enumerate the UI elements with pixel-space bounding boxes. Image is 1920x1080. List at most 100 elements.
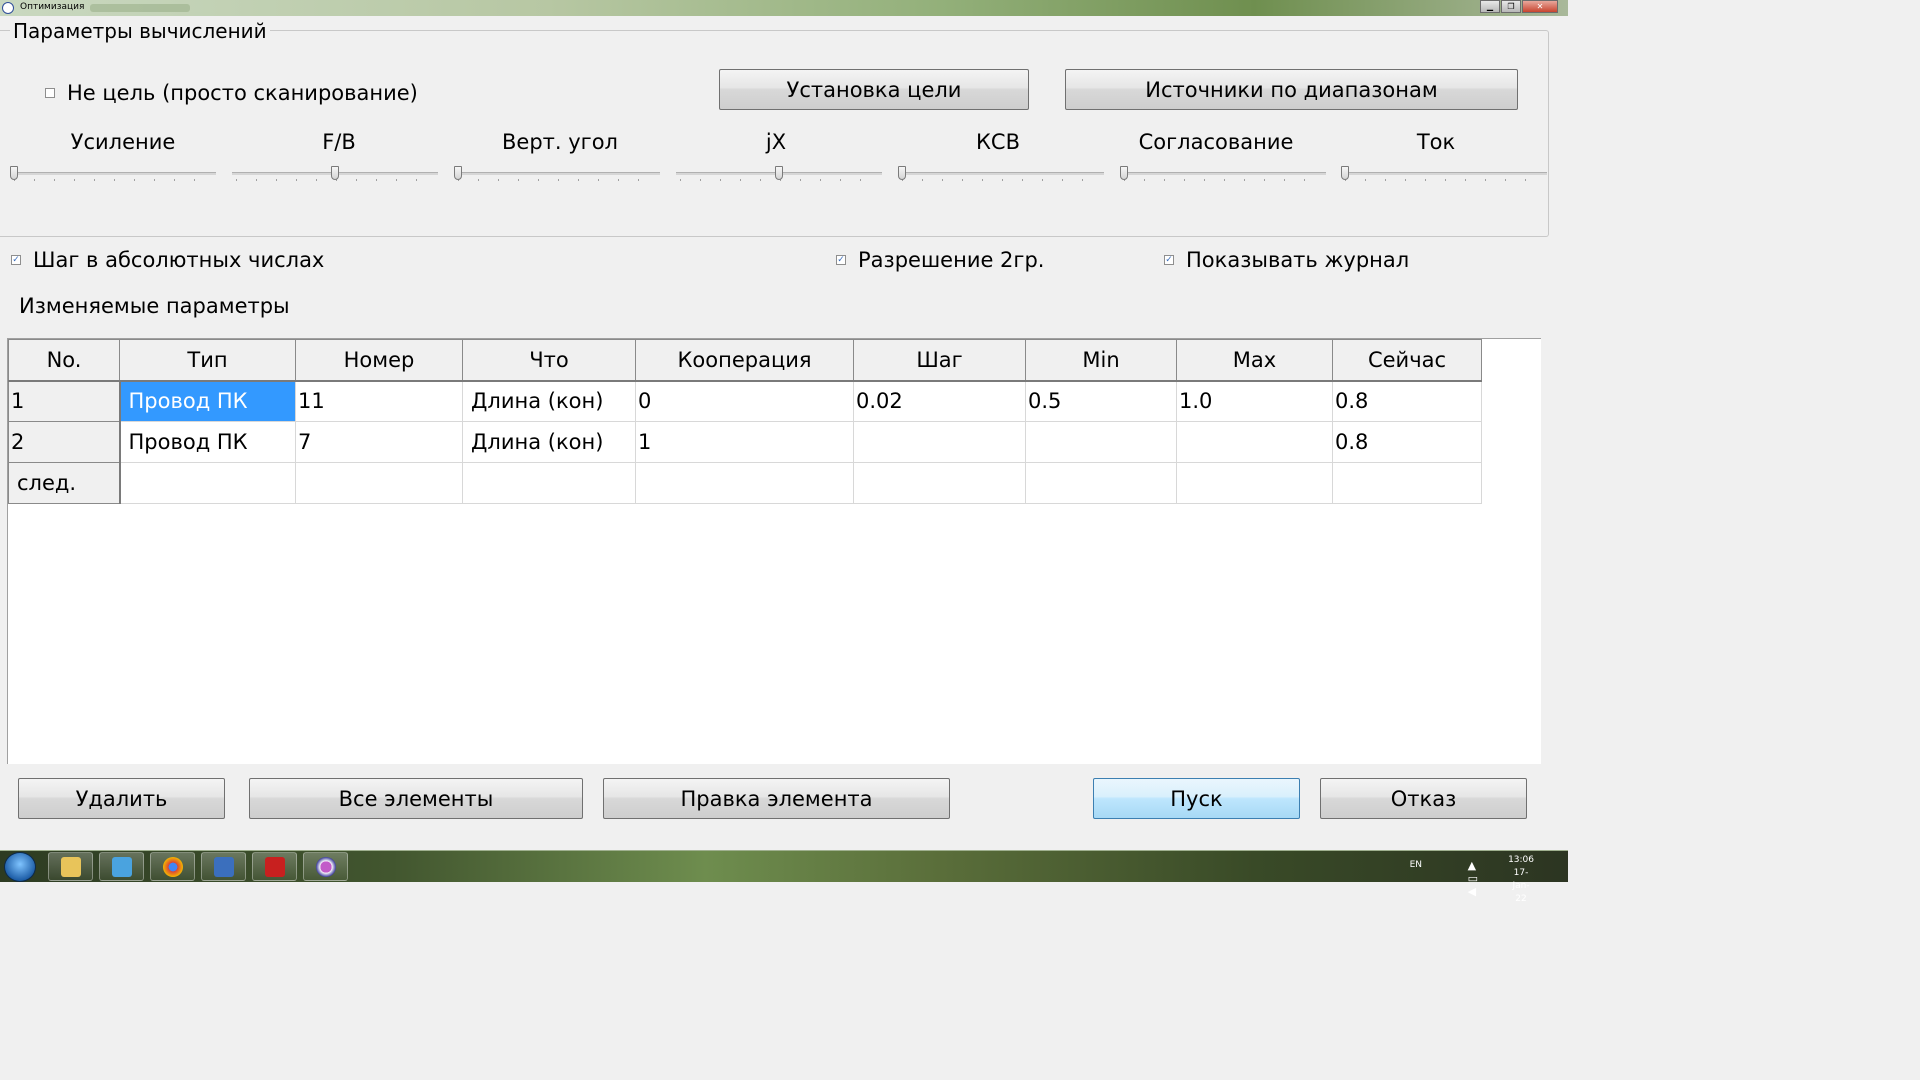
col-header-now[interactable]: Сейчас [1332, 339, 1482, 382]
chrome-icon [163, 857, 183, 877]
cell-min[interactable] [1025, 462, 1177, 504]
dialog-client: Параметры вычислений Не цель (просто ска… [0, 16, 1568, 850]
row-header[interactable]: 1 [8, 380, 121, 422]
col-header-no[interactable]: No. [8, 339, 120, 382]
close-button[interactable]: ✕ [1522, 0, 1558, 13]
row-header[interactable]: след. [8, 462, 121, 504]
cell-what[interactable]: Длина (кон) [462, 380, 636, 422]
cell-cooperation[interactable]: 1 [635, 421, 854, 463]
taskbar-network[interactable] [201, 852, 246, 881]
cell-max[interactable] [1176, 462, 1333, 504]
cell-type[interactable]: Провод ПК [119, 421, 296, 463]
slider-title-gain: Усиление [70, 130, 176, 154]
params-group-legend: Параметры вычислений [10, 19, 270, 43]
slider-title-current: Ток [1416, 130, 1456, 154]
all-elements-button[interactable]: Все элементы [249, 778, 583, 819]
cell-now[interactable]: 0.8 [1332, 380, 1482, 422]
network-icon [214, 857, 234, 877]
table-row[interactable]: 1 Провод ПК 11 Длина (кон) 0 0.02 0.5 1.… [8, 380, 1482, 422]
resolution-2gr-checkbox[interactable] [836, 255, 846, 265]
tray-icons[interactable]: ▲ ▭ ◀ [1468, 859, 1484, 898]
abs-step-checkbox[interactable] [11, 255, 21, 265]
slider-thumb[interactable] [775, 166, 783, 180]
taskbar-paint[interactable] [99, 852, 144, 881]
slider-current[interactable] [1341, 166, 1547, 184]
slider-thumb[interactable] [454, 166, 462, 180]
slider-thumb[interactable] [331, 166, 339, 180]
delete-button[interactable]: Удалить [18, 778, 225, 819]
slider-match[interactable] [1120, 166, 1326, 184]
abs-step-label: Шаг в абсолютных числах [33, 248, 325, 272]
slider-title-jx: jX [765, 130, 787, 154]
slider-thumb[interactable] [1341, 166, 1349, 180]
cell-what[interactable]: Длина (кон) [462, 421, 636, 463]
cell-what[interactable] [462, 462, 636, 504]
slider-gain[interactable] [10, 166, 216, 184]
run-button[interactable]: Пуск [1093, 778, 1300, 819]
slider-fb[interactable] [232, 166, 438, 184]
title-blurred-path [90, 4, 190, 12]
slider-jx[interactable] [676, 166, 882, 184]
start-button[interactable] [4, 852, 36, 882]
taskbar-filezilla[interactable] [252, 852, 297, 881]
taskbar-mmana[interactable] [303, 852, 348, 881]
show-log-checkbox[interactable] [1164, 255, 1174, 265]
slider-vert-angle[interactable] [454, 166, 660, 184]
cell-step[interactable]: 0.02 [853, 380, 1026, 422]
clock-time: 13:06 [1508, 855, 1534, 865]
cell-cooperation[interactable]: 0 [635, 380, 854, 422]
col-header-number[interactable]: Номер [295, 339, 463, 382]
col-header-type[interactable]: Тип [119, 339, 296, 382]
cell-now[interactable]: 0.8 [1332, 421, 1482, 463]
edit-element-button[interactable]: Правка элемента [603, 778, 950, 819]
table-row[interactable]: 2 Провод ПК 7 Длина (кон) 1 0.8 [8, 421, 1482, 463]
minimize-button[interactable]: ▁ [1480, 0, 1500, 13]
language-indicator[interactable]: EN [1410, 860, 1422, 870]
set-target-button[interactable]: Установка цели [719, 69, 1029, 110]
cell-max[interactable]: 1.0 [1176, 380, 1333, 422]
slider-title-match: Согласование [1138, 130, 1294, 154]
col-header-what[interactable]: Что [462, 339, 636, 382]
slider-thumb[interactable] [1120, 166, 1128, 180]
section-title: Изменяемые параметры [19, 294, 290, 318]
cell-number[interactable]: 11 [295, 380, 463, 422]
cell-step[interactable] [853, 462, 1026, 504]
cell-number[interactable] [295, 462, 463, 504]
clock-date: 17-Jan-22 [1512, 868, 1530, 904]
slider-title-fb: F/B [322, 130, 356, 154]
show-log-label: Показывать журнал [1186, 248, 1410, 272]
table-header-row: No. Тип Номер Что Кооперация Шаг Min Max… [8, 339, 1482, 382]
cell-type[interactable]: Провод ПК [119, 380, 296, 422]
taskbar-explorer[interactable] [48, 852, 93, 881]
clock[interactable]: 13:06 17-Jan-22 [1508, 854, 1534, 906]
filezilla-icon [265, 857, 285, 877]
cell-min[interactable] [1025, 421, 1177, 463]
cell-min[interactable]: 0.5 [1025, 380, 1177, 422]
cell-step[interactable] [853, 421, 1026, 463]
params-table: No. Тип Номер Что Кооперация Шаг Min Max… [8, 339, 1482, 504]
table-row[interactable]: след. [8, 462, 1482, 504]
cancel-button[interactable]: Отказ [1320, 778, 1527, 819]
maximize-button[interactable]: ❐ [1501, 0, 1521, 13]
params-grid[interactable]: No. Тип Номер Что Кооперация Шаг Min Max… [7, 338, 1541, 764]
cell-type[interactable] [119, 462, 296, 504]
cell-now[interactable] [1332, 462, 1482, 504]
slider-thumb[interactable] [10, 166, 18, 180]
slider-swr[interactable] [898, 166, 1104, 184]
col-header-cooperation[interactable]: Кооперация [635, 339, 854, 382]
window-title: Оптимизация [20, 2, 85, 12]
sources-by-bands-button[interactable]: Источники по диапазонам [1065, 69, 1518, 110]
cell-number[interactable]: 7 [295, 421, 463, 463]
col-header-min[interactable]: Min [1025, 339, 1177, 382]
mmana-icon [316, 857, 336, 877]
col-header-step[interactable]: Шаг [853, 339, 1026, 382]
taskbar-chrome[interactable] [150, 852, 195, 881]
slider-thumb[interactable] [898, 166, 906, 180]
title-bar: Оптимизация ▁ ❐ ✕ [0, 0, 1568, 16]
cell-cooperation[interactable] [635, 462, 854, 504]
explorer-icon [61, 857, 81, 877]
no-target-checkbox[interactable] [45, 88, 55, 98]
row-header[interactable]: 2 [8, 421, 121, 463]
col-header-max[interactable]: Max [1176, 339, 1333, 382]
cell-max[interactable] [1176, 421, 1333, 463]
